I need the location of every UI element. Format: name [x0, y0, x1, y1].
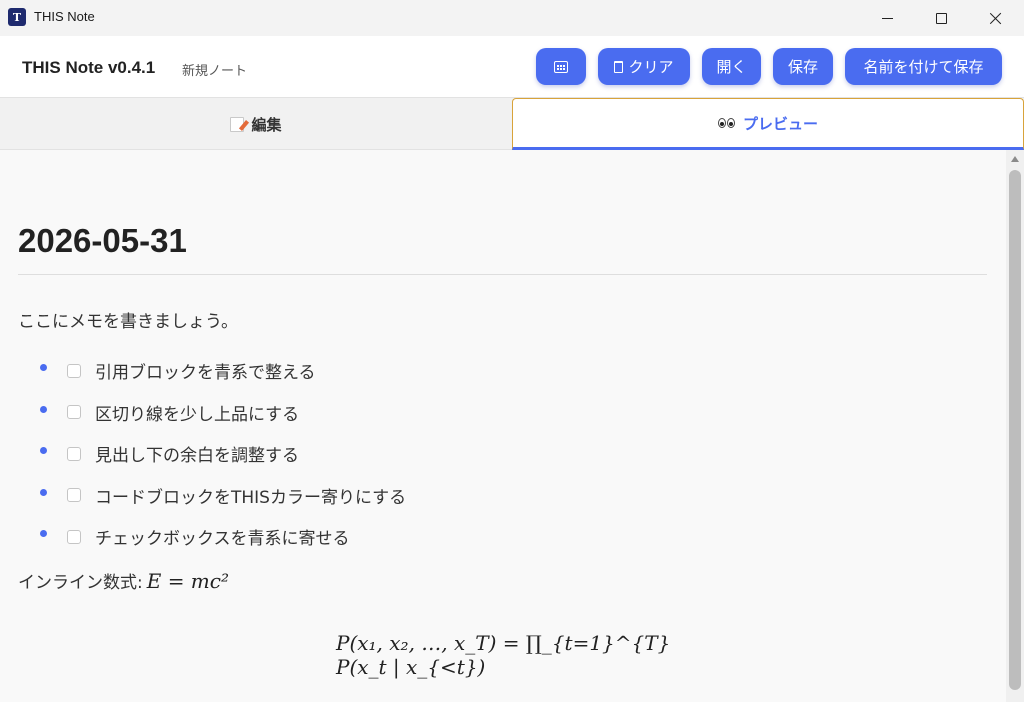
window-title: THIS Note: [34, 9, 95, 24]
inline-math: E = mc²: [146, 569, 229, 593]
save-as-button-label: 名前を付けて保存: [863, 58, 984, 76]
memo-icon: [230, 116, 245, 132]
calendar-button[interactable]: [536, 48, 586, 85]
tab-edit[interactable]: 編集: [0, 98, 512, 150]
preview-pane: 2026-05-31 ここにメモを書きましょう。 引用ブロックを青系で整える 区…: [0, 150, 1006, 702]
tab-preview-label: プレビュー: [742, 114, 818, 133]
task-list: 引用ブロックを青系で整える 区切り線を少し上品にする 見出し下の余白を調整する …: [40, 350, 406, 558]
task-item: 区切り線を少し上品にする: [40, 392, 406, 434]
scroll-thumb[interactable]: [1009, 170, 1021, 690]
bullet-icon: [40, 447, 47, 455]
open-button[interactable]: 開く: [702, 48, 761, 85]
view-tabs: 編集 プレビュー: [0, 98, 1024, 150]
open-button-label: 開く: [716, 58, 747, 76]
preview-scrollbar[interactable]: [1006, 150, 1024, 702]
bullet-icon: [40, 488, 47, 496]
eyes-icon: [717, 118, 736, 128]
bullet-icon: [40, 530, 47, 538]
heading-divider: [18, 274, 987, 275]
task-item: 引用ブロックを青系で整える: [40, 350, 406, 392]
task-label: 見出し下の余白を調整する: [95, 446, 299, 467]
tab-edit-label: 編集: [251, 115, 282, 134]
task-label: コードブロックをTHISカラー寄りにする: [95, 487, 407, 508]
bullet-icon: [40, 364, 47, 372]
display-math-formula: P(x₁, x₂, …, x_T) = ∏_{t=1}^{T} P(x_t | …: [336, 631, 671, 679]
preview-paragraph: ここにメモを書きましょう。: [18, 312, 238, 332]
title-bar: T THIS Note: [0, 0, 1024, 36]
maximize-button[interactable]: [914, 0, 968, 36]
task-label: チェックボックスを青系に寄せる: [95, 529, 350, 550]
document-name: 新規ノート: [182, 64, 248, 79]
preview-heading: 2026-05-31: [18, 222, 187, 259]
app-window: T THIS Note THIS Note v0.4.1 新規ノート クリア 開…: [0, 0, 1024, 702]
task-checkbox[interactable]: [67, 405, 81, 420]
trash-icon: [614, 60, 624, 73]
close-button[interactable]: [968, 0, 1022, 36]
task-checkbox[interactable]: [67, 363, 81, 378]
task-checkbox[interactable]: [67, 488, 81, 503]
inline-math-line: インライン数式: E = mc²: [18, 568, 229, 593]
task-label: 区切り線を少し上品にする: [95, 404, 300, 425]
maximize-icon: [935, 12, 947, 24]
scroll-up-icon[interactable]: [1011, 156, 1019, 162]
task-item: 見出し下の余白を調整する: [40, 433, 406, 475]
app-header: THIS Note v0.4.1 新規ノート クリア 開く 保存 名前を付けて保…: [0, 36, 1024, 98]
bullet-icon: [40, 405, 47, 413]
task-label: 引用ブロックを青系で整える: [95, 363, 316, 384]
task-checkbox[interactable]: [67, 446, 81, 461]
save-as-button[interactable]: 名前を付けて保存: [845, 48, 1002, 85]
task-item: チェックボックスを青系に寄せる: [40, 516, 406, 558]
clear-button[interactable]: クリア: [598, 48, 690, 85]
task-checkbox[interactable]: [67, 529, 81, 544]
display-math: P(x₁, x₂, …, x_T) = ∏_{t=1}^{T} P(x_t | …: [336, 620, 676, 690]
minimize-button[interactable]: [860, 0, 914, 36]
close-icon: [989, 12, 1002, 25]
clear-button-label: クリア: [628, 58, 674, 76]
task-item: コードブロックをTHISカラー寄りにする: [40, 475, 406, 517]
save-button[interactable]: 保存: [773, 48, 833, 85]
save-button-label: 保存: [787, 58, 818, 76]
minimize-icon: [881, 17, 893, 19]
app-name: THIS Note v0.4.1: [22, 58, 156, 77]
tab-preview[interactable]: プレビュー: [512, 98, 1024, 150]
app-icon: T: [8, 8, 26, 26]
inline-math-label: インライン数式:: [18, 573, 143, 593]
calendar-icon: [554, 60, 568, 73]
